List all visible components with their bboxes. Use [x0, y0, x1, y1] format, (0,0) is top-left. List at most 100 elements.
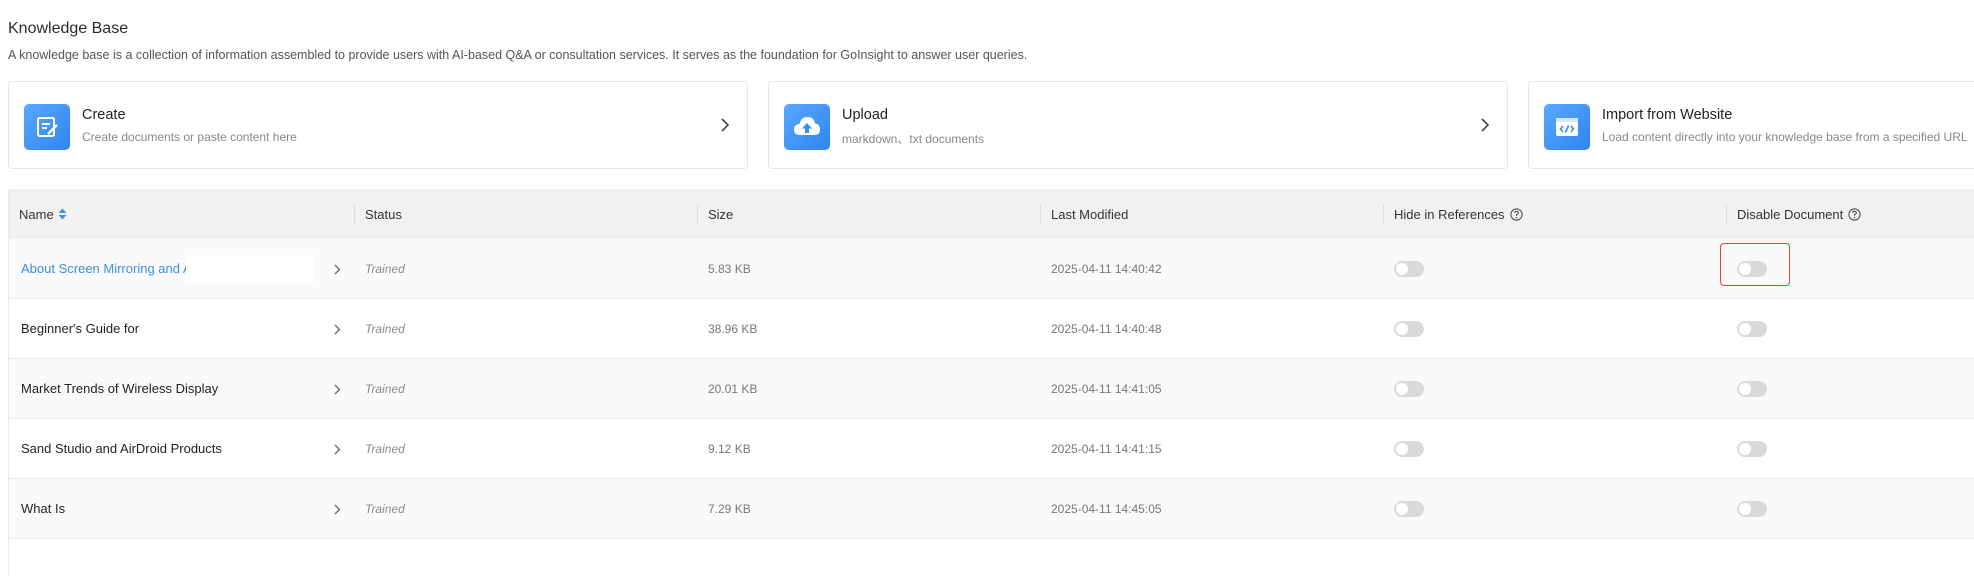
chevron-right-icon[interactable]: [333, 264, 341, 275]
modified-cell: 2025-04-11 14:45:05: [1051, 479, 1162, 538]
redacted-area: [143, 315, 238, 343]
chevron-right-icon: [1481, 118, 1490, 132]
column-header-status: Status: [365, 189, 402, 239]
modified-cell: 2025-04-11 14:41:05: [1051, 359, 1162, 418]
size-text: 20.01 KB: [708, 381, 758, 396]
modified-cell: 2025-04-11 14:40:48: [1051, 299, 1162, 358]
chevron-right-icon[interactable]: [333, 324, 341, 335]
status-text: Trained: [365, 501, 405, 516]
document-name-link[interactable]: About Screen Mirroring and A: [21, 261, 192, 276]
document-name-link[interactable]: Sand Studio and AirDroid Products: [21, 441, 222, 456]
disable-document-toggle[interactable]: [1737, 441, 1767, 457]
card-subtitle: Load content directly into your knowledg…: [1602, 130, 1968, 144]
card-title: Import from Website: [1602, 107, 1733, 123]
column-header-last-modified: Last Modified: [1051, 189, 1128, 239]
table-row[interactable]: About Screen Mirroring and A Trained 5.8…: [9, 239, 1974, 299]
modified-cell: 2025-04-11 14:41:15: [1051, 419, 1162, 478]
column-header-label: Size: [708, 206, 734, 222]
status-text: Trained: [365, 261, 405, 276]
card-subtitle: Create documents or paste content here: [82, 130, 297, 144]
column-header-disable-document: Disable Document: [1737, 189, 1861, 239]
help-icon[interactable]: [1509, 207, 1523, 221]
size-cell: 38.96 KB: [708, 299, 757, 358]
documents-table: Name Status Size Last Modified Hide in R…: [8, 189, 1974, 576]
table-row[interactable]: Market Trends of Wireless Display Traine…: [9, 359, 1974, 419]
redacted-area: [186, 255, 313, 283]
column-divider: [1383, 204, 1384, 224]
document-name-link[interactable]: Market Trends of Wireless Display: [21, 381, 218, 396]
hide-in-references-toggle[interactable]: [1394, 501, 1424, 517]
status-text: Trained: [365, 441, 405, 456]
modified-text: 2025-04-11 14:41:05: [1051, 381, 1162, 396]
status-text: Trained: [365, 381, 405, 396]
card-title: Upload: [842, 107, 888, 123]
edit-document-icon: [24, 104, 70, 150]
modified-cell: 2025-04-11 14:40:42: [1051, 239, 1162, 298]
status-cell: Trained: [365, 479, 405, 538]
create-card[interactable]: Create Create documents or paste content…: [8, 81, 748, 169]
column-divider: [1040, 204, 1041, 224]
column-divider: [354, 204, 355, 224]
highlight-box: [1720, 243, 1790, 286]
document-name-link[interactable]: What Is: [21, 501, 65, 516]
status-cell: Trained: [365, 239, 405, 298]
hide-in-references-toggle[interactable]: [1394, 441, 1424, 457]
web-code-icon: [1544, 104, 1590, 150]
table-row[interactable]: What Is Trained 7.29 KB 2025-04-11 14:45…: [9, 479, 1974, 539]
upload-card[interactable]: Upload markdown、txt documents: [768, 81, 1508, 169]
column-header-label: Status: [365, 206, 402, 222]
size-cell: 20.01 KB: [708, 359, 757, 418]
hide-in-references-toggle[interactable]: [1394, 261, 1424, 277]
sort-icon[interactable]: [58, 208, 67, 220]
chevron-right-icon[interactable]: [333, 444, 341, 455]
size-text: 5.83 KB: [708, 261, 751, 276]
name-cell[interactable]: About Screen Mirroring and A: [21, 239, 192, 298]
size-cell: 9.12 KB: [708, 419, 751, 478]
status-cell: Trained: [365, 359, 405, 418]
card-title: Create: [82, 107, 126, 123]
page-description: A knowledge base is a collection of info…: [8, 48, 1028, 62]
size-cell: 5.83 KB: [708, 239, 751, 298]
table-row[interactable]: Sand Studio and AirDroid Products Traine…: [9, 419, 1974, 479]
cloud-upload-icon: [784, 104, 830, 150]
action-cards: Create Create documents or paste content…: [8, 81, 1974, 169]
column-header-label: Hide in References: [1394, 206, 1505, 222]
import-website-card[interactable]: Import from Website Load content directl…: [1528, 81, 1974, 169]
column-header-label: Disable Document: [1737, 206, 1844, 222]
disable-document-toggle[interactable]: [1737, 381, 1767, 397]
name-cell[interactable]: What Is: [21, 479, 65, 538]
name-cell[interactable]: Beginner's Guide for: [21, 299, 139, 358]
column-divider: [697, 204, 698, 224]
status-cell: Trained: [365, 299, 405, 358]
status-text: Trained: [365, 321, 405, 336]
hide-in-references-toggle[interactable]: [1394, 321, 1424, 337]
size-text: 9.12 KB: [708, 441, 751, 456]
document-name-link[interactable]: Beginner's Guide for: [21, 321, 139, 336]
column-divider: [1726, 204, 1727, 224]
column-header-label: Name: [19, 206, 54, 222]
status-cell: Trained: [365, 419, 405, 478]
page-title: Knowledge Base: [8, 20, 129, 37]
size-text: 38.96 KB: [708, 321, 758, 336]
modified-text: 2025-04-11 14:45:05: [1051, 501, 1162, 516]
size-text: 7.29 KB: [708, 501, 751, 516]
disable-document-toggle[interactable]: [1737, 501, 1767, 517]
column-header-size: Size: [708, 189, 733, 239]
column-header-hide-in-references: Hide in References: [1394, 189, 1523, 239]
help-icon[interactable]: [1848, 207, 1861, 221]
card-subtitle: markdown、txt documents: [842, 132, 985, 146]
size-cell: 7.29 KB: [708, 479, 751, 538]
hide-in-references-toggle[interactable]: [1394, 381, 1424, 397]
column-header-name[interactable]: Name: [19, 189, 67, 239]
chevron-right-icon[interactable]: [333, 384, 341, 395]
modified-text: 2025-04-11 14:41:15: [1051, 441, 1162, 456]
table-header: Name Status Size Last Modified Hide in R…: [9, 189, 1974, 239]
column-header-label: Last Modified: [1051, 206, 1129, 222]
chevron-right-icon: [721, 118, 730, 132]
name-cell[interactable]: Sand Studio and AirDroid Products: [21, 419, 222, 478]
chevron-right-icon[interactable]: [333, 504, 341, 515]
table-row[interactable]: Beginner's Guide for Trained 38.96 KB 20…: [9, 299, 1974, 359]
name-cell[interactable]: Market Trends of Wireless Display: [21, 359, 218, 418]
disable-document-toggle[interactable]: [1737, 321, 1767, 337]
modified-text: 2025-04-11 14:40:42: [1051, 261, 1162, 276]
